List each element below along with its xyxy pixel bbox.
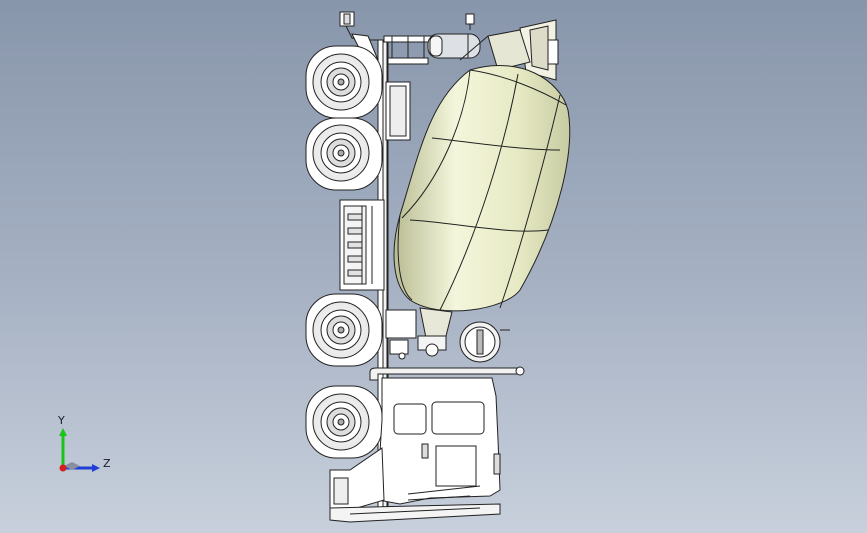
cab-window-2 xyxy=(431,401,485,435)
wheel-rear-2 xyxy=(305,117,383,191)
mixer-truck-model[interactable] xyxy=(0,0,867,533)
y-axis-label: Y xyxy=(58,414,65,427)
wheel-front-1 xyxy=(305,293,383,367)
wheel-front-2 xyxy=(305,385,383,459)
graphics-viewport[interactable]: Y Z xyxy=(0,0,867,533)
x-axis-dot xyxy=(59,464,67,472)
drum-discharge xyxy=(419,307,453,339)
z-axis-label: Z xyxy=(103,457,111,470)
wheel-rear-1 xyxy=(305,45,383,119)
mixer-drum xyxy=(393,65,571,312)
cab-window-1 xyxy=(393,403,427,435)
